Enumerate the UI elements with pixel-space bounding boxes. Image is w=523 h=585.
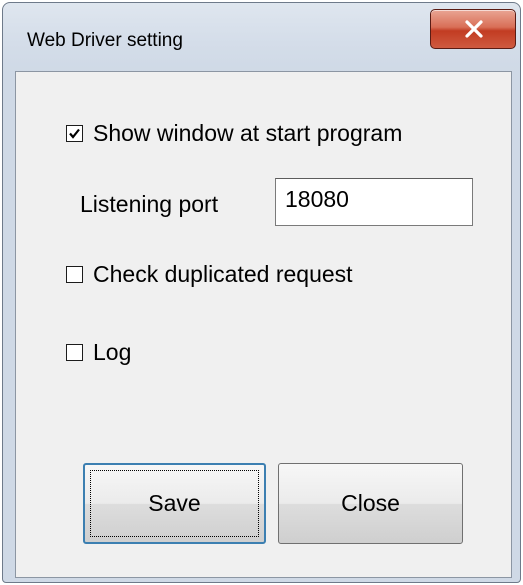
save-button-label: Save bbox=[148, 490, 201, 516]
listening-port-input[interactable] bbox=[275, 178, 473, 226]
save-button[interactable]: Save bbox=[83, 463, 266, 544]
close-x-icon bbox=[465, 20, 483, 38]
close-button[interactable]: Close bbox=[278, 463, 463, 544]
show-window-checkbox[interactable] bbox=[66, 125, 83, 142]
show-window-option[interactable]: Show window at start program bbox=[66, 120, 402, 147]
close-button-label: Close bbox=[341, 490, 400, 516]
checkmark-icon bbox=[69, 128, 80, 139]
log-option[interactable]: Log bbox=[66, 339, 131, 366]
check-duplicated-checkbox[interactable] bbox=[66, 266, 83, 283]
window-title: Web Driver setting bbox=[27, 30, 183, 51]
log-label: Log bbox=[93, 339, 132, 365]
window-close-button[interactable] bbox=[430, 9, 516, 49]
listening-port-label: Listening port bbox=[80, 191, 219, 217]
settings-panel: Show window at start program Listening p… bbox=[15, 71, 512, 578]
check-duplicated-label: Check duplicated request bbox=[93, 261, 353, 287]
window-frame: Web Driver setting Show window at start … bbox=[2, 2, 521, 583]
show-window-label: Show window at start program bbox=[93, 120, 403, 146]
log-checkbox[interactable] bbox=[66, 344, 83, 361]
settings-window: Web Driver setting Show window at start … bbox=[0, 0, 523, 585]
check-duplicated-option[interactable]: Check duplicated request bbox=[66, 261, 353, 288]
